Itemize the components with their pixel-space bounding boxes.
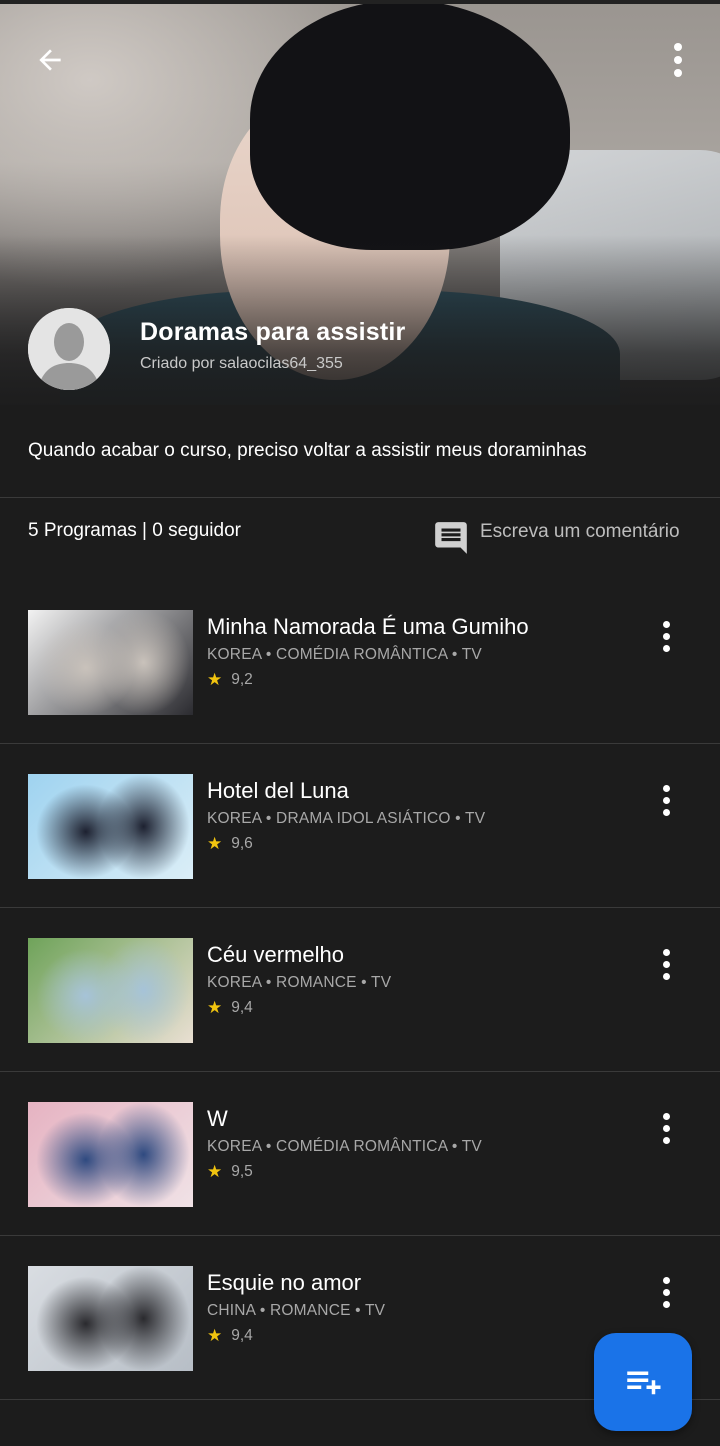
rating-value: 9,4 (231, 1327, 253, 1344)
star-icon: ★ (207, 670, 223, 689)
playlist-add-icon (627, 1371, 661, 1395)
show-meta: KOREA • COMÉDIA ROMÂNTICA • TV (207, 1138, 482, 1155)
rating-value: 9,6 (231, 835, 253, 852)
show-thumbnail (28, 610, 193, 715)
show-meta: KOREA • DRAMA IDOL ASIÁTICO • TV (207, 810, 486, 827)
show-thumbnail (28, 938, 193, 1043)
divider (0, 497, 720, 498)
more-options-button[interactable] (660, 36, 696, 84)
show-rating: ★ 9,4 (207, 1326, 253, 1346)
item-more-button[interactable] (648, 616, 684, 656)
more-vert-icon (662, 1112, 670, 1120)
star-icon: ★ (207, 834, 223, 853)
list-item[interactable]: W KOREA • COMÉDIA ROMÂNTICA • TV ★ 9,5 (0, 1072, 720, 1236)
item-more-button[interactable] (648, 1272, 684, 1312)
show-rating: ★ 9,4 (207, 998, 253, 1018)
more-vert-icon (662, 1276, 670, 1284)
show-rating: ★ 9,5 (207, 1162, 253, 1182)
show-title: W (207, 1106, 228, 1131)
show-meta: KOREA • COMÉDIA ROMÂNTICA • TV (207, 646, 482, 663)
item-more-button[interactable] (648, 1108, 684, 1148)
page-title: Doramas para assistir (140, 318, 406, 346)
back-button[interactable] (26, 40, 74, 80)
list-item[interactable]: Céu vermelho KOREA • ROMANCE • TV ★ 9,4 (0, 908, 720, 1072)
playlist-stats: 5 Programas | 0 seguidor (28, 520, 241, 541)
list-item[interactable]: Minha Namorada É uma Gumiho KOREA • COMÉ… (0, 580, 720, 744)
more-vert-icon (662, 948, 670, 956)
show-thumbnail (28, 1102, 193, 1207)
comment-icon (435, 522, 467, 554)
show-rating: ★ 9,6 (207, 834, 253, 854)
list-item[interactable]: Hotel del Luna KOREA • DRAMA IDOL ASIÁTI… (0, 744, 720, 908)
more-vert-icon (662, 784, 670, 792)
star-icon: ★ (207, 1162, 223, 1181)
rating-value: 9,4 (231, 999, 253, 1016)
show-list: Minha Namorada É uma Gumiho KOREA • COMÉ… (0, 580, 720, 1400)
arrow-left-icon (39, 49, 61, 71)
creator-label[interactable]: Criado por salaocilas64_355 (140, 355, 343, 373)
comment-label: Escreva um comentário (480, 521, 680, 542)
add-to-playlist-button[interactable] (594, 1333, 692, 1431)
show-title: Céu vermelho (207, 942, 344, 967)
show-title: Esquie no amor (207, 1270, 362, 1295)
more-vert-icon (662, 620, 670, 628)
star-icon: ★ (207, 1326, 223, 1345)
avatar[interactable] (28, 308, 110, 390)
show-rating: ★ 9,2 (207, 670, 253, 690)
show-thumbnail (28, 774, 193, 879)
more-vert-icon (674, 43, 682, 51)
show-meta: CHINA • ROMANCE • TV (207, 1302, 386, 1319)
user-silhouette-icon (28, 308, 110, 390)
rating-value: 9,5 (231, 1163, 253, 1180)
show-meta: KOREA • ROMANCE • TV (207, 974, 392, 991)
show-title: Hotel del Luna (207, 778, 349, 803)
show-title: Minha Namorada É uma Gumiho (207, 614, 529, 639)
show-thumbnail (28, 1266, 193, 1371)
write-comment-button[interactable]: Escreva um comentário (432, 518, 680, 562)
item-more-button[interactable] (648, 944, 684, 984)
playlist-description: Quando acabar o curso, preciso voltar a … (28, 440, 587, 461)
item-more-button[interactable] (648, 780, 684, 820)
status-bar-strip (0, 0, 720, 4)
star-icon: ★ (207, 998, 223, 1017)
rating-value: 9,2 (231, 671, 253, 688)
